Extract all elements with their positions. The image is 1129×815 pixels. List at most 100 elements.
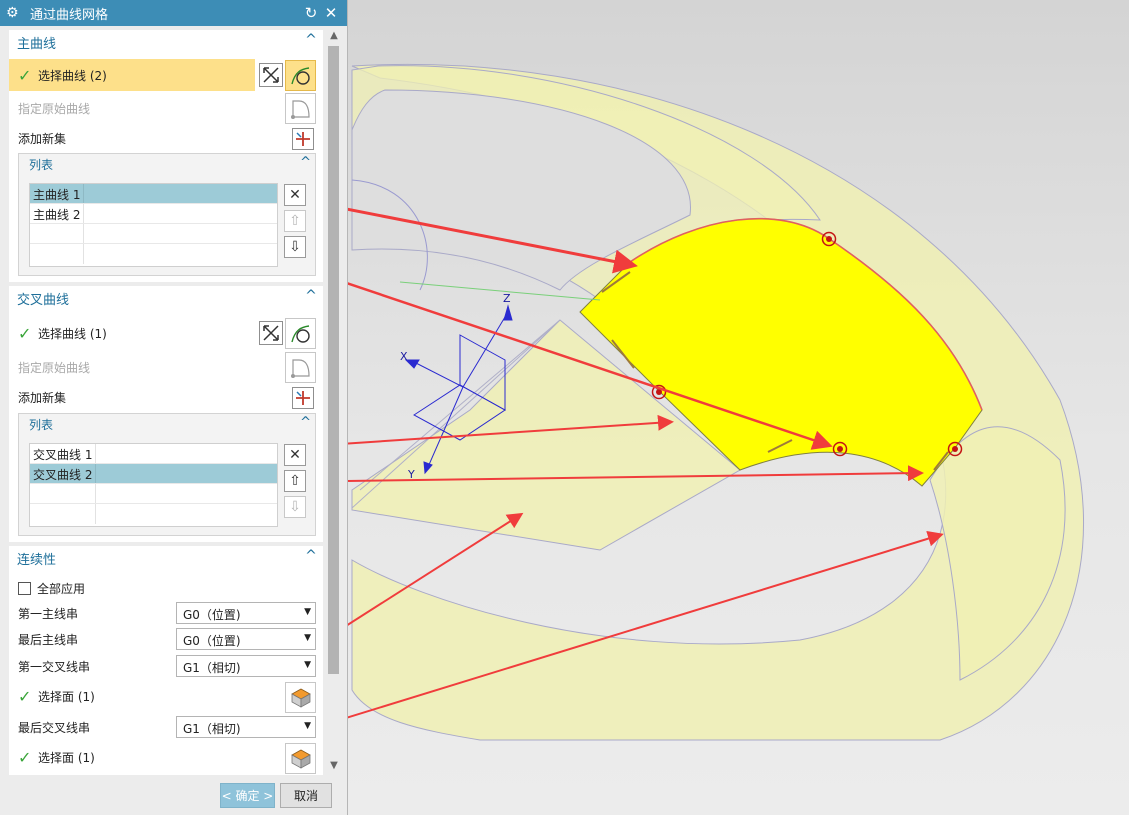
- last-primary-select[interactable]: G0（位置) ▼: [176, 628, 316, 650]
- primary-select-label: 选择曲线 (2): [38, 68, 107, 83]
- collapse-icon[interactable]: ^: [300, 155, 311, 170]
- primary-curve-list[interactable]: 主曲线 1 主曲线 2: [29, 183, 278, 267]
- close-icon[interactable]: ✕: [321, 4, 341, 22]
- remove-icon[interactable]: ✕: [284, 444, 306, 466]
- list-item: [30, 484, 277, 504]
- collapse-icon[interactable]: ^: [303, 32, 319, 50]
- list-item: [30, 244, 277, 264]
- primary-specify-origin[interactable]: 指定原始曲线: [9, 96, 323, 120]
- move-down-icon[interactable]: ⇩: [284, 496, 306, 518]
- list-item[interactable]: 交叉曲线 2: [30, 464, 277, 484]
- dropdown-icon: ▼: [304, 607, 311, 617]
- first-primary-select[interactable]: G0（位置) ▼: [176, 602, 316, 624]
- origin-curve-icon[interactable]: [285, 93, 316, 124]
- move-up-icon[interactable]: ⇧: [284, 470, 306, 492]
- primary-list-title: 列表: [29, 158, 54, 172]
- face-select-icon[interactable]: [285, 743, 316, 774]
- primary-curves-title[interactable]: 主曲线: [9, 30, 323, 54]
- check-icon: ✓: [18, 747, 32, 767]
- origin-curve-icon[interactable]: [285, 352, 316, 383]
- face2-label: 选择面 (1): [38, 750, 95, 765]
- gear-icon[interactable]: ⚙: [6, 5, 24, 21]
- cross-curves-title-text: 交叉曲线: [17, 293, 70, 308]
- collapse-icon[interactable]: ^: [300, 415, 311, 430]
- ok-button[interactable]: < 确定 >: [220, 783, 275, 808]
- vertical-scrollbar[interactable]: ▲ ▼: [325, 30, 343, 775]
- move-down-icon[interactable]: ⇩: [284, 236, 306, 258]
- scroll-down-icon[interactable]: ▼: [325, 760, 343, 774]
- curve-select-icon[interactable]: [285, 318, 316, 349]
- first-cross-face-select[interactable]: ✓ 选择面 (1): [9, 684, 323, 708]
- remove-icon[interactable]: ✕: [284, 184, 306, 206]
- add-set-icon[interactable]: [292, 128, 314, 150]
- through-curve-mesh-dialog: ⚙ 通过曲线网格 ↻ ✕ 主曲线 ^ ✓ 选择曲线 (2) 指定原始曲线 添加新…: [0, 0, 348, 815]
- scroll-up-icon[interactable]: ▲: [325, 30, 343, 44]
- primary-specify-label: 指定原始曲线: [18, 101, 91, 116]
- face-select-icon[interactable]: [285, 682, 316, 713]
- collapse-icon[interactable]: ^: [303, 548, 319, 566]
- add-set-icon[interactable]: [292, 387, 314, 409]
- check-icon: ✓: [18, 323, 32, 343]
- face1-label: 选择面 (1): [38, 689, 95, 704]
- curve-select-icon[interactable]: [285, 60, 316, 91]
- list-item-label: 交叉曲线 2: [30, 464, 96, 483]
- first-cross-value: G1（相切): [183, 661, 241, 675]
- list-item: [30, 224, 277, 244]
- continuity-title[interactable]: 连续性: [9, 546, 323, 570]
- cross-specify-label: 指定原始曲线: [18, 360, 91, 375]
- dialog-button-bar: < 确定 > 取消: [0, 778, 348, 815]
- axis-label-y: Y: [407, 468, 415, 481]
- cross-list-panel: 列表 ^ 交叉曲线 1 交叉曲线 2 ✕ ⇧ ⇩: [18, 413, 316, 536]
- last-cross-label: 最后交叉线串: [18, 720, 91, 735]
- primary-list-panel: 列表 ^ 主曲线 1 主曲线 2 ✕ ⇧ ⇩: [18, 153, 316, 276]
- list-item-label: 主曲线 1: [30, 184, 84, 203]
- cross-curve-list[interactable]: 交叉曲线 1 交叉曲线 2: [29, 443, 278, 527]
- axis-label-x: X: [400, 350, 408, 363]
- cross-select-label: 选择曲线 (1): [38, 326, 107, 341]
- dialog-content: 主曲线 ^ ✓ 选择曲线 (2) 指定原始曲线 添加新集 列表 ^ 主曲线 1 …: [9, 30, 323, 775]
- cross-specify-origin[interactable]: 指定原始曲线: [9, 355, 323, 379]
- reset-icon[interactable]: ↻: [301, 4, 321, 22]
- cancel-button[interactable]: 取消: [280, 783, 332, 808]
- dropdown-icon: ▼: [304, 633, 311, 643]
- cross-list-title: 列表: [29, 418, 54, 432]
- reverse-direction-icon[interactable]: [259, 63, 283, 87]
- axis-label-z: Z: [503, 292, 511, 305]
- primary-add-label: 添加新集: [18, 131, 67, 146]
- reverse-direction-icon[interactable]: [259, 321, 283, 345]
- primary-add-new-set[interactable]: 添加新集: [9, 126, 323, 150]
- list-item[interactable]: 主曲线 1: [30, 184, 277, 204]
- collapse-icon[interactable]: ^: [303, 288, 319, 306]
- list-item[interactable]: 交叉曲线 1: [30, 444, 277, 464]
- first-cross-select[interactable]: G1（相切) ▼: [176, 655, 316, 677]
- continuity-title-text: 连续性: [17, 553, 57, 568]
- cross-curves-title[interactable]: 交叉曲线: [9, 286, 323, 310]
- last-primary-value: G0（位置): [183, 634, 241, 648]
- cross-curves-group: 交叉曲线 ^ ✓ 选择曲线 (1) 指定原始曲线 添加新集 列表 ^ 交叉曲线 …: [9, 286, 323, 542]
- primary-curves-group: 主曲线 ^ ✓ 选择曲线 (2) 指定原始曲线 添加新集 列表 ^ 主曲线 1 …: [9, 30, 323, 282]
- move-up-icon[interactable]: ⇧: [284, 210, 306, 232]
- last-primary-label: 最后主线串: [18, 632, 79, 647]
- dialog-titlebar: ⚙ 通过曲线网格 ↻ ✕: [0, 0, 347, 26]
- primary-select-curve[interactable]: ✓ 选择曲线 (2): [9, 59, 255, 91]
- last-cross-select[interactable]: G1（相切) ▼: [176, 716, 316, 738]
- apply-all-label: 全部应用: [37, 581, 86, 596]
- continuity-group: 连续性 ^ 全部应用 第一主线串 G0（位置) ▼ 最后主线串 G0（位置) ▼ 第…: [9, 546, 323, 775]
- cross-add-label: 添加新集: [18, 390, 67, 405]
- checkbox[interactable]: [18, 581, 31, 595]
- scrollbar-thumb[interactable]: [328, 46, 339, 674]
- first-primary-value: G0（位置): [183, 608, 241, 622]
- list-item-label: 交叉曲线 1: [30, 444, 96, 463]
- dropdown-icon: ▼: [304, 660, 311, 670]
- apply-all-checkbox[interactable]: 全部应用: [9, 576, 323, 600]
- last-cross-face-select[interactable]: ✓ 选择面 (1): [9, 745, 323, 769]
- dialog-title: 通过曲线网格: [30, 7, 109, 23]
- check-icon: ✓: [18, 686, 32, 706]
- first-primary-label: 第一主线串: [18, 606, 79, 621]
- cross-add-new-set[interactable]: 添加新集: [9, 385, 323, 409]
- list-item[interactable]: 主曲线 2: [30, 204, 277, 224]
- list-item: [30, 504, 277, 524]
- green-axis-line: [399, 281, 601, 301]
- dropdown-icon: ▼: [304, 721, 311, 731]
- last-cross-value: G1（相切): [183, 722, 241, 736]
